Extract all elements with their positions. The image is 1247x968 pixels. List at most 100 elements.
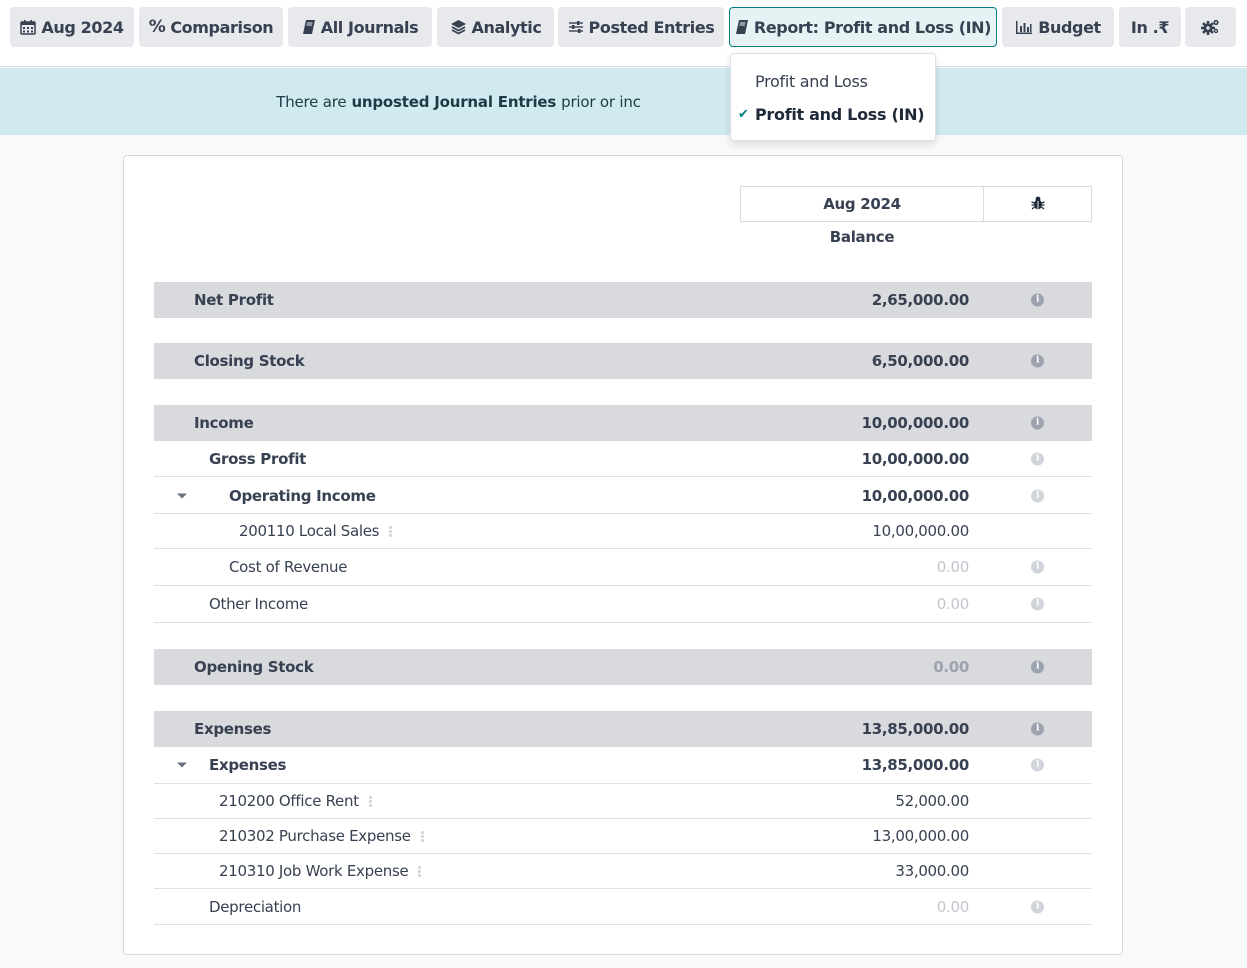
unposted-entries-link[interactable]: unposted Journal Entries bbox=[351, 93, 556, 111]
info-icon[interactable]: i bbox=[1031, 293, 1044, 307]
info-icon[interactable]: i bbox=[1031, 560, 1044, 574]
analytic-button[interactable]: Analytic bbox=[437, 7, 554, 47]
line-amount[interactable]: 13,85,000.00 bbox=[862, 720, 970, 738]
line-name: Gross Profit bbox=[209, 449, 307, 468]
budget-button[interactable]: Budget bbox=[1002, 7, 1114, 47]
unposted-entries-warning-banner: There are unposted Journal Entries prior… bbox=[0, 68, 1247, 135]
report-line-net-profit[interactable]: Net Profit 2,65,000.00 i bbox=[154, 282, 1092, 318]
line-name: Income bbox=[194, 414, 254, 432]
gears-icon bbox=[1200, 18, 1221, 36]
info-icon[interactable]: i bbox=[1031, 452, 1044, 465]
line-amount[interactable]: 13,00,000.00 bbox=[872, 827, 969, 845]
collapse-caret-icon[interactable] bbox=[177, 493, 187, 498]
kebab-menu-icon[interactable] bbox=[420, 830, 424, 843]
journals-label: All Journals bbox=[320, 17, 419, 37]
info-icon[interactable]: i bbox=[1031, 660, 1044, 674]
journals-button[interactable]: All Journals bbox=[288, 7, 432, 47]
budget-label: Budget bbox=[1038, 17, 1101, 37]
line-amount[interactable]: 0.00 bbox=[933, 658, 969, 676]
report-line-opening-stock[interactable]: Opening Stock 0.00 i bbox=[154, 649, 1092, 685]
dropdown-option-profit-and-loss[interactable]: Profit and Loss bbox=[731, 66, 935, 96]
rounding-unit-label: In .₹ bbox=[1130, 17, 1170, 37]
report-variant-dropdown: Profit and Loss ✔ Profit and Loss (IN) bbox=[730, 53, 936, 141]
line-amount[interactable]: 13,85,000.00 bbox=[862, 756, 970, 774]
report-line-account-local-sales[interactable]: 200110 Local Sales 10,00,000.00 bbox=[154, 514, 1092, 549]
report-line-closing-stock[interactable]: Closing Stock 6,50,000.00 i bbox=[154, 343, 1092, 379]
analytic-label: Analytic bbox=[471, 17, 542, 37]
kebab-menu-icon[interactable] bbox=[389, 525, 393, 538]
report-variant-label: Report: Profit and Loss (IN) bbox=[753, 17, 992, 37]
banner-text-pre: There are bbox=[276, 92, 347, 111]
line-name: Expenses bbox=[194, 720, 272, 738]
debug-column-header[interactable] bbox=[983, 186, 1092, 222]
report-line-account-office-rent[interactable]: 210200 Office Rent 52,000.00 bbox=[154, 784, 1092, 819]
line-name: Opening Stock bbox=[194, 658, 314, 676]
info-icon[interactable]: i bbox=[1031, 489, 1044, 502]
book-icon bbox=[302, 19, 316, 35]
info-icon[interactable]: i bbox=[1031, 758, 1044, 772]
banner-text-post: prior or inc bbox=[561, 92, 641, 111]
report-variant-button[interactable]: Report: Profit and Loss (IN) bbox=[729, 7, 997, 47]
report-line-depreciation[interactable]: Depreciation 0.00 i bbox=[154, 889, 1092, 925]
account-name: 210310 Job Work Expense bbox=[219, 862, 409, 880]
calendar-icon bbox=[20, 19, 37, 35]
line-name: 200110 Local Sales bbox=[239, 522, 393, 540]
line-name: Closing Stock bbox=[194, 352, 305, 370]
report-line-gross-profit[interactable]: Gross Profit 10,00,000.00 i bbox=[154, 441, 1092, 477]
balance-column-label: Balance bbox=[829, 228, 895, 246]
info-icon[interactable]: i bbox=[1031, 354, 1044, 368]
info-icon[interactable]: i bbox=[1031, 722, 1044, 736]
kebab-menu-icon[interactable] bbox=[418, 865, 422, 878]
line-amount[interactable]: 10,00,000.00 bbox=[862, 487, 970, 505]
line-name: Cost of Revenue bbox=[229, 558, 348, 576]
account-name: 210200 Office Rent bbox=[219, 792, 359, 810]
rounding-unit-button[interactable]: In .₹ bbox=[1119, 7, 1181, 47]
collapse-caret-icon[interactable] bbox=[177, 762, 187, 768]
sliders-icon bbox=[568, 20, 584, 34]
report-line-account-purchase-expense[interactable]: 210302 Purchase Expense 13,00,000.00 bbox=[154, 819, 1092, 854]
account-name: 210302 Purchase Expense bbox=[219, 827, 411, 845]
line-amount[interactable]: 10,00,000.00 bbox=[872, 522, 969, 540]
period-column-header: Aug 2024 bbox=[740, 186, 984, 222]
report-line-account-job-work-expense[interactable]: 210310 Job Work Expense 33,000.00 bbox=[154, 854, 1092, 889]
layers-icon bbox=[450, 19, 467, 35]
line-name: Depreciation bbox=[209, 897, 302, 916]
report-line-income[interactable]: Income 10,00,000.00 i bbox=[154, 405, 1092, 441]
report-line-other-income[interactable]: Other Income 0.00 i bbox=[154, 586, 1092, 623]
line-amount[interactable]: 52,000.00 bbox=[895, 792, 969, 810]
percent-icon: % bbox=[148, 17, 166, 37]
report-line-expenses[interactable]: Expenses 13,85,000.00 i bbox=[154, 747, 1092, 784]
line-amount[interactable]: 10,00,000.00 bbox=[862, 414, 970, 432]
report-line-expenses-section[interactable]: Expenses 13,85,000.00 i bbox=[154, 711, 1092, 747]
line-amount[interactable]: 0.00 bbox=[937, 558, 970, 576]
line-amount[interactable]: 2,65,000.00 bbox=[872, 291, 970, 309]
posted-entries-label: Posted Entries bbox=[588, 17, 715, 37]
info-icon[interactable]: i bbox=[1031, 900, 1044, 913]
line-name: Operating Income bbox=[229, 486, 376, 505]
comparison-label: Comparison bbox=[170, 17, 274, 37]
line-name: 210302 Purchase Expense bbox=[219, 827, 424, 845]
line-amount[interactable]: 6,50,000.00 bbox=[872, 352, 970, 370]
option-label: Profit and Loss bbox=[755, 71, 868, 91]
report-line-operating-income[interactable]: Operating Income 10,00,000.00 i bbox=[154, 478, 1092, 514]
line-amount[interactable]: 0.00 bbox=[937, 595, 970, 613]
line-name: Other Income bbox=[209, 595, 308, 613]
date-filter-button[interactable]: Aug 2024 bbox=[10, 7, 134, 47]
kebab-menu-icon[interactable] bbox=[368, 795, 372, 808]
control-panel-toolbar: Aug 2024 % Comparison All Journals Analy… bbox=[0, 0, 1247, 67]
bug-icon bbox=[1030, 195, 1045, 214]
option-label: Profit and Loss (IN) bbox=[755, 104, 925, 124]
posted-entries-button[interactable]: Posted Entries bbox=[558, 7, 724, 47]
line-amount[interactable]: 0.00 bbox=[937, 898, 970, 916]
settings-button[interactable] bbox=[1185, 7, 1236, 47]
comparison-button[interactable]: % Comparison bbox=[139, 7, 283, 47]
line-name: 210200 Office Rent bbox=[219, 792, 372, 810]
book-icon bbox=[735, 19, 749, 35]
report-line-cost-of-revenue[interactable]: Cost of Revenue 0.00 i bbox=[154, 549, 1092, 586]
line-name: 210310 Job Work Expense bbox=[219, 862, 422, 880]
info-icon[interactable]: i bbox=[1031, 416, 1044, 430]
line-amount[interactable]: 33,000.00 bbox=[895, 862, 969, 880]
line-amount[interactable]: 10,00,000.00 bbox=[862, 450, 970, 468]
info-icon[interactable]: i bbox=[1031, 597, 1044, 611]
dropdown-option-profit-and-loss-in[interactable]: ✔ Profit and Loss (IN) bbox=[731, 99, 935, 129]
